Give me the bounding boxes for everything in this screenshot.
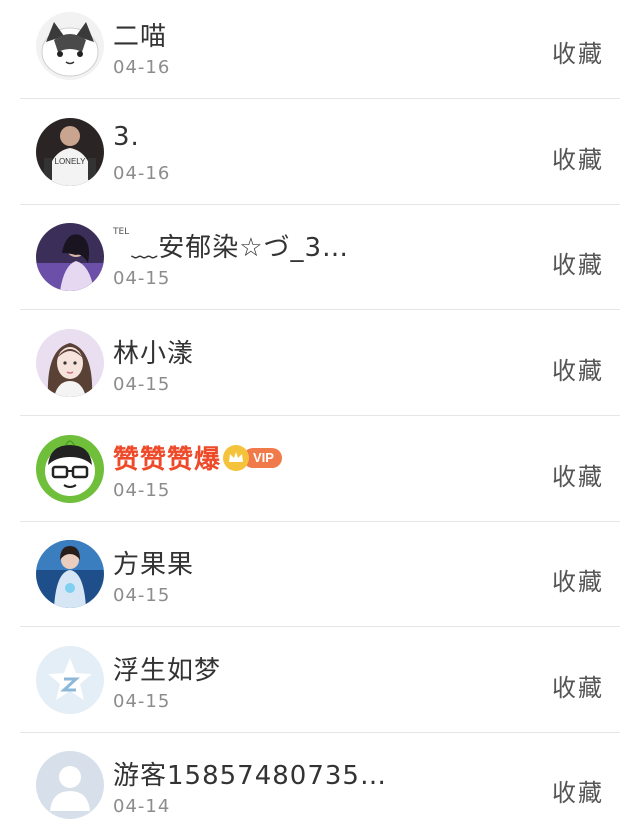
svg-text:LONELY: LONELY [55,157,87,166]
contact-date: 04-16 [113,57,171,78]
contact-name: 3. [113,122,140,152]
favorite-button[interactable]: 收藏 [552,245,604,280]
cat-avatar-icon [36,12,104,80]
list-item[interactable]: 赞赞赞爆 VIP 04-15 收藏 [0,417,640,522]
avatar[interactable] [36,329,104,397]
list-item[interactable]: 游客15857480735… 04-14 收藏 [0,733,640,838]
avatar[interactable] [36,223,104,291]
divider [20,309,620,310]
contact-name-text: 赞赞赞爆 [113,445,222,475]
contact-name-text: ﹏安郁染☆づ_3… [131,233,350,263]
favorite-button[interactable]: 收藏 [552,457,604,492]
crown-icon [223,445,250,471]
list-item[interactable]: TEL﹏安郁染☆づ_3… 04-15 收藏 [0,205,640,310]
favorite-button[interactable]: 收藏 [552,562,604,597]
contact-name: 方果果 [113,550,195,580]
person-avatar-icon: LONELY [36,118,104,186]
list-item[interactable]: 林小漾 04-15 收藏 [0,311,640,416]
favorites-list: 二喵 04-16 收藏 LONELY 3. 04-16 收藏 TEL﹏安郁染☆づ… [0,0,640,833]
list-item[interactable]: 二喵 04-16 收藏 [0,0,640,99]
avatar[interactable] [36,646,104,714]
contact-date: 04-15 [113,691,171,712]
avatar[interactable] [36,751,104,819]
cartoon-avatar-icon [36,435,104,503]
list-item[interactable]: 浮生如梦 04-15 收藏 [0,628,640,733]
contact-name: 林小漾 [113,339,195,369]
favorite-button[interactable]: 收藏 [552,351,604,386]
list-item[interactable]: LONELY 3. 04-16 收藏 [0,100,640,205]
dark-photo-avatar-icon [36,223,104,291]
favorite-button[interactable]: 收藏 [552,773,604,808]
name-prefix: TEL [113,227,130,237]
avatar[interactable] [36,540,104,608]
contact-name: 浮生如梦 [113,656,222,686]
contact-date: 04-16 [113,163,171,184]
divider [20,415,620,416]
list-item[interactable]: 方果果 04-15 收藏 [0,522,640,627]
contact-date: 04-15 [113,268,171,289]
avatar[interactable] [36,12,104,80]
contact-name: 游客15857480735… [113,761,387,791]
favorite-button[interactable]: 收藏 [552,140,604,175]
contact-date: 04-15 [113,585,171,606]
contact-date: 04-15 [113,374,171,395]
blue-photo-avatar-icon [36,540,104,608]
favorite-button[interactable]: 收藏 [552,668,604,703]
avatar[interactable] [36,435,104,503]
divider [20,626,620,627]
contact-name: 二喵 [113,22,168,52]
girl-avatar-icon [36,329,104,397]
vip-badge-group: VIP [223,443,282,473]
contact-date: 04-15 [113,480,171,501]
avatar[interactable]: LONELY [36,118,104,186]
divider [20,98,620,99]
contact-name: TEL﹏安郁染☆づ_3… [113,227,349,264]
contact-name: 赞赞赞爆 VIP [113,439,282,476]
contact-date: 04-14 [113,796,171,817]
qq-star-icon [36,646,104,714]
favorite-button[interactable]: 收藏 [552,34,604,69]
default-person-icon [36,751,104,819]
